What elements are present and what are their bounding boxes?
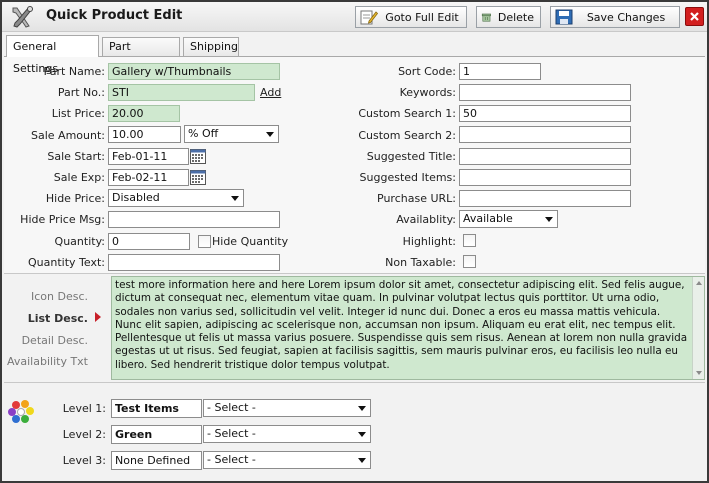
level-1-select-value: - Select - <box>207 401 256 414</box>
desc-tab-availability[interactable]: Availability Txt <box>4 355 88 368</box>
list-price-label: List Price: <box>51 107 105 120</box>
calendar-icon[interactable] <box>190 148 206 164</box>
quick-product-edit-window: Quick Product Edit Goto Full Edit Delete <box>0 0 709 483</box>
chevron-down-icon <box>358 432 366 437</box>
add-part-no-link[interactable]: Add <box>260 86 281 99</box>
hide-quantity-checkbox[interactable] <box>198 235 211 248</box>
sale-type-select[interactable]: % Off <box>184 125 279 143</box>
tab-part-options[interactable]: Part Options <box>102 37 180 71</box>
sale-exp-label: Sale Exp: <box>53 171 105 184</box>
availability-select[interactable]: Available <box>459 210 558 228</box>
scroll-down-icon[interactable] <box>696 371 702 375</box>
part-no-field[interactable]: STI <box>108 84 255 101</box>
suggested-title-label: Suggested Title: <box>366 150 456 163</box>
suggested-title-field[interactable] <box>459 148 631 165</box>
keywords-field[interactable] <box>459 84 631 101</box>
sale-type-value: % Off <box>188 127 219 140</box>
close-icon <box>690 12 699 21</box>
availability-value: Available <box>463 212 513 225</box>
level-2-label: Level 2: <box>62 428 106 441</box>
hide-price-label: Hide Price: <box>45 192 105 205</box>
sale-exp-field[interactable]: Feb-02-11 <box>108 169 189 186</box>
non-taxable-label: Non Taxable: <box>385 256 456 269</box>
goto-full-edit-label: Goto Full Edit <box>385 10 459 24</box>
hide-price-select[interactable]: Disabled <box>108 189 244 207</box>
custom-search-2-field[interactable] <box>459 126 631 143</box>
chevron-down-icon <box>358 458 366 463</box>
save-changes-button[interactable]: Save Changes <box>550 6 680 28</box>
description-text: test more information here and here Lore… <box>115 279 688 371</box>
general-settings-panel: Part Name: Gallery w/Thumbnails Part No.… <box>4 57 705 273</box>
description-textarea[interactable]: test more information here and here Lore… <box>111 276 705 380</box>
hide-price-value: Disabled <box>112 191 160 204</box>
level-1-field[interactable]: Test Items <box>111 399 202 418</box>
goto-full-edit-button[interactable]: Goto Full Edit <box>355 6 467 28</box>
sale-start-label: Sale Start: <box>47 150 105 163</box>
part-name-field[interactable]: Gallery w/Thumbnails <box>108 63 280 80</box>
desc-tab-detail[interactable]: Detail Desc. <box>4 334 88 347</box>
tab-shipping[interactable]: Shipping <box>183 37 239 56</box>
custom-search-2-label: Custom Search 2: <box>358 129 456 142</box>
level-2-field[interactable]: Green <box>111 425 202 444</box>
custom-search-1-field[interactable]: 50 <box>459 105 631 122</box>
sale-amount-field[interactable]: 10.00 <box>108 126 181 143</box>
scroll-up-icon[interactable] <box>696 281 702 285</box>
part-no-label: Part No.: <box>57 86 105 99</box>
quantity-text-field[interactable] <box>108 254 280 271</box>
edit-icon <box>360 10 378 25</box>
sort-code-field[interactable]: 1 <box>459 63 541 80</box>
chevron-down-icon <box>358 406 366 411</box>
quantity-field[interactable]: 0 <box>108 233 190 250</box>
save-changes-label: Save Changes <box>586 10 666 24</box>
highlight-checkbox[interactable] <box>463 234 476 247</box>
chevron-down-icon <box>545 217 553 222</box>
level-3-label: Level 3: <box>62 454 106 467</box>
level-1-select[interactable]: - Select - <box>203 399 371 417</box>
hide-price-msg-label: Hide Price Msg: <box>20 213 105 226</box>
quantity-text-label: Quantity Text: <box>28 256 105 269</box>
active-tab-arrow-icon <box>95 312 101 322</box>
quantity-label: Quantity: <box>54 235 105 248</box>
custom-search-1-label: Custom Search 1: <box>358 107 456 120</box>
suggested-items-label: Suggested Items: <box>359 171 456 184</box>
window-title: Quick Product Edit <box>46 8 183 23</box>
close-button[interactable] <box>685 7 704 26</box>
chevron-down-icon <box>266 132 274 137</box>
description-panel: Icon Desc. List Desc. Detail Desc. Avail… <box>4 274 705 382</box>
sale-amount-label: Sale Amount: <box>31 129 105 142</box>
tab-general-settings[interactable]: General Settings <box>6 35 99 75</box>
description-scrollbar[interactable] <box>692 277 704 379</box>
level-2-select-value: - Select - <box>207 427 256 440</box>
level-3-field[interactable]: None Defined <box>111 451 202 470</box>
trash-icon <box>481 13 491 22</box>
chevron-down-icon <box>231 196 239 201</box>
sale-start-field[interactable]: Feb-01-11 <box>108 148 189 165</box>
hide-price-msg-field[interactable] <box>108 211 280 228</box>
calendar-icon[interactable] <box>190 169 206 185</box>
tools-icon <box>12 6 33 28</box>
save-icon <box>555 9 573 25</box>
delete-button[interactable]: Delete <box>476 6 541 28</box>
level-2-select[interactable]: - Select - <box>203 425 371 443</box>
hide-quantity-label: Hide Quantity <box>212 235 289 248</box>
level-3-select[interactable]: - Select - <box>203 451 371 469</box>
purchase-url-label: Purchase URL: <box>377 192 456 205</box>
keywords-label: Keywords: <box>399 86 456 99</box>
highlight-label: Highlight: <box>402 235 456 248</box>
non-taxable-checkbox[interactable] <box>463 255 476 268</box>
purchase-url-field[interactable] <box>459 190 631 207</box>
desc-tab-icon[interactable]: Icon Desc. <box>4 290 88 303</box>
color-palette-icon <box>8 400 34 423</box>
title-bar: Quick Product Edit Goto Full Edit Delete <box>2 2 707 32</box>
category-levels-panel: Level 1: Test Items - Select - Level 2: … <box>4 383 705 481</box>
availability-label: Availablity: <box>396 213 456 226</box>
sort-code-label: Sort Code: <box>398 65 456 78</box>
list-price-field[interactable]: 20.00 <box>108 105 180 122</box>
delete-label: Delete <box>497 10 534 24</box>
level-1-label: Level 1: <box>62 402 106 415</box>
desc-tab-list[interactable]: List Desc. <box>4 312 88 325</box>
suggested-items-field[interactable] <box>459 169 631 186</box>
level-3-select-value: - Select - <box>207 453 256 466</box>
